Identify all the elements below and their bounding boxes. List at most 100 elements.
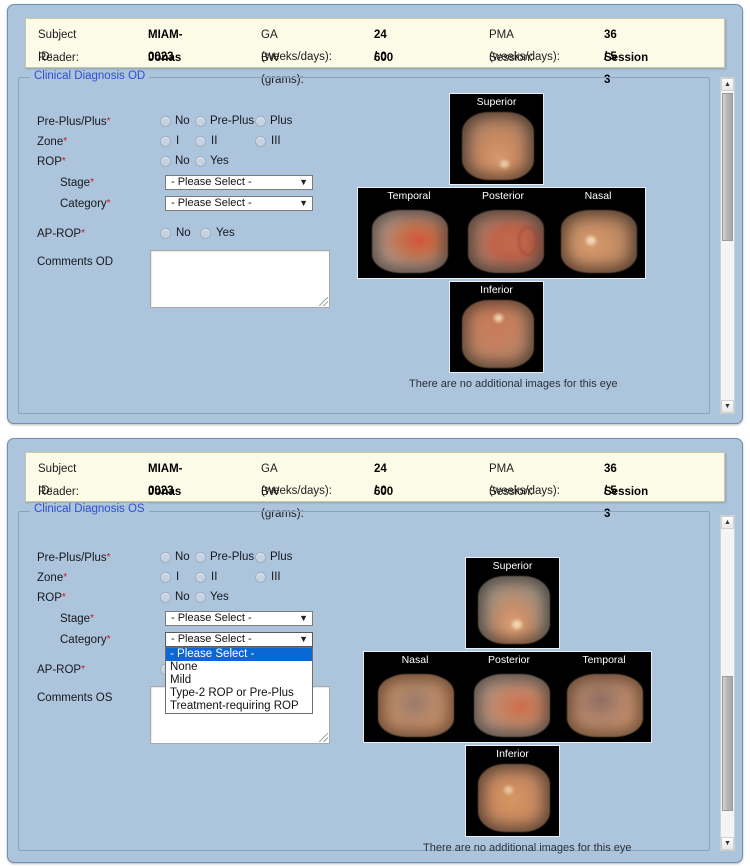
aprop-label-os: AP-ROP*	[37, 664, 85, 676]
eye-panel-os: Subject ID: MIAM-0023 GA (weeks/days): 2…	[7, 438, 743, 863]
optic-disc-od-superior	[500, 160, 509, 168]
tile-caption-inferior-os: Inferior	[496, 748, 529, 760]
radio-rop-no-label-od: No	[175, 155, 190, 167]
fundus-tile-superior-od[interactable]: Superior	[449, 93, 544, 185]
tile-caption-temporal-od: Temporal	[387, 190, 431, 202]
radio-zone-2-os[interactable]	[195, 572, 206, 583]
dropdown-option-treatment-requiring-rop[interactable]: Treatment-requiring ROP	[166, 700, 312, 713]
radio-rop-yes-label-od: Yes	[210, 155, 229, 167]
fundus-image-inferior-os	[478, 764, 550, 832]
reader-label: Reader:	[38, 52, 79, 64]
reader-value-os: Jonas	[148, 486, 182, 498]
tile-caption-posterior-os: Posterior	[487, 654, 530, 666]
fundus-image-superior-os	[478, 576, 550, 644]
rop-label-od: ROP*	[37, 156, 66, 168]
radio-aprop-yes-od[interactable]	[200, 228, 211, 239]
subject-header-od: Subject ID: MIAM-0023 GA (weeks/days): 2…	[25, 18, 725, 86]
dropdown-option-please-select[interactable]: - Please Select -	[166, 648, 312, 661]
stage-select-value-os: - Please Select -	[171, 612, 252, 624]
preplus-label-od: Pre-Plus/Plus*	[37, 116, 111, 128]
category-select-os[interactable]: - Please Select - ▼	[165, 632, 313, 647]
radio-preplus-plus-os[interactable]	[255, 552, 266, 563]
fundus-image-nasal-os	[378, 674, 454, 737]
radio-zone-3-os[interactable]	[255, 572, 266, 583]
session-label: Session:	[489, 52, 534, 64]
category-select-value-od: - Please Select -	[171, 197, 252, 209]
stage-label-od: Stage*	[60, 177, 94, 189]
chevron-down-icon: ▼	[299, 613, 308, 623]
fundus-image-nasal-od	[561, 210, 637, 273]
radio-zone-3-label-od: III	[271, 135, 281, 147]
stage-select-os[interactable]: - Please Select - ▼	[165, 611, 313, 626]
radio-preplus-no-od[interactable]	[160, 116, 171, 127]
comments-label-od: Comments OD	[37, 256, 114, 268]
fundus-tile-superior-os[interactable]: Superior	[465, 557, 560, 649]
bw-value-os: 600	[374, 486, 394, 498]
image-montage-os: Superior Nasal Posterior Temporal Inferi…	[349, 547, 699, 862]
bw-value: 600	[374, 52, 394, 64]
comments-textarea-od[interactable]	[150, 250, 330, 308]
fundus-tile-inferior-os[interactable]: Inferior	[465, 745, 560, 837]
scroll-down-icon[interactable]: ▼	[721, 837, 734, 850]
category-select-od[interactable]: - Please Select - ▼	[165, 196, 313, 211]
scrollbar-os[interactable]: ▲ ▼	[720, 515, 735, 851]
tile-caption-superior-os: Superior	[492, 560, 533, 572]
radio-preplus-preplus-label-os: Pre-Plus	[210, 551, 255, 563]
no-additional-images-text-od: There are no additional images for this …	[409, 378, 618, 390]
radio-preplus-plus-label-od: Plus	[270, 115, 293, 127]
zone-label-os: Zone*	[37, 572, 68, 584]
chevron-down-icon: ▼	[299, 634, 308, 644]
radio-rop-no-label-os: No	[175, 591, 190, 603]
category-label-os: Category*	[60, 634, 111, 646]
scrollbar-od[interactable]: ▲ ▼	[720, 77, 735, 414]
fundus-tile-row-os[interactable]: Nasal Posterior Temporal	[363, 651, 652, 743]
category-dropdown-list-os[interactable]: - Please Select - None Mild Type-2 ROP o…	[165, 647, 313, 714]
application-page: Subject ID: MIAM-0023 GA (weeks/days): 2…	[0, 0, 750, 867]
zone-label-od: Zone*	[37, 136, 68, 148]
comments-label-os: Comments OS	[37, 692, 113, 704]
radio-zone-1-os[interactable]	[160, 572, 171, 583]
fundus-image-temporal-os	[567, 674, 643, 737]
vessel-arcade-od	[518, 226, 538, 256]
radio-preplus-no-os[interactable]	[160, 552, 171, 563]
group-legend-os: Clinical Diagnosis OS	[30, 503, 149, 515]
radio-aprop-no-od[interactable]	[160, 228, 171, 239]
radio-zone-2-label-od: II	[211, 135, 218, 147]
fundus-image-temporal-od	[372, 210, 448, 273]
radio-rop-no-os[interactable]	[160, 592, 171, 603]
radio-rop-yes-od[interactable]	[195, 156, 206, 167]
session-label-os: Session:	[489, 486, 534, 498]
scroll-up-icon[interactable]: ▲	[721, 78, 734, 91]
radio-zone-3-label-os: III	[271, 571, 281, 583]
scrollbar-thumb-od[interactable]	[722, 93, 733, 241]
radio-zone-2-label-os: II	[211, 571, 218, 583]
scroll-up-icon[interactable]: ▲	[721, 516, 734, 529]
fundus-tile-row-od[interactable]: Temporal Posterior Nasal	[357, 187, 646, 279]
radio-zone-1-od[interactable]	[160, 136, 171, 147]
dropdown-option-mild[interactable]: Mild	[166, 674, 312, 687]
radio-rop-yes-os[interactable]	[195, 592, 206, 603]
radio-preplus-no-label-od: No	[175, 115, 190, 127]
radio-rop-no-od[interactable]	[160, 156, 171, 167]
stage-select-value-od: - Please Select -	[171, 176, 252, 188]
radio-zone-3-od[interactable]	[255, 136, 266, 147]
radio-zone-1-label-od: I	[176, 135, 180, 147]
scroll-down-icon[interactable]: ▼	[721, 400, 734, 413]
reader-label-os: Reader:	[38, 486, 79, 498]
radio-preplus-preplus-os[interactable]	[195, 552, 206, 563]
clinical-diagnosis-od-group: Clinical Diagnosis OD Pre-Plus/Plus* No …	[18, 70, 710, 414]
group-legend-od: Clinical Diagnosis OD	[30, 70, 150, 82]
chevron-down-icon: ▼	[299, 198, 308, 208]
resize-grip-icon[interactable]	[319, 297, 328, 306]
category-select-value-os: - Please Select -	[171, 633, 252, 645]
resize-grip-icon[interactable]	[319, 733, 328, 742]
radio-zone-2-od[interactable]	[195, 136, 206, 147]
radio-preplus-plus-od[interactable]	[255, 116, 266, 127]
dropdown-option-type2-rop[interactable]: Type-2 ROP or Pre-Plus	[166, 687, 312, 700]
fundus-tile-inferior-od[interactable]: Inferior	[449, 281, 544, 373]
stage-select-od[interactable]: - Please Select - ▼	[165, 175, 313, 190]
dropdown-option-none[interactable]: None	[166, 661, 312, 674]
radio-preplus-preplus-od[interactable]	[195, 116, 206, 127]
fundus-image-posterior-os	[474, 674, 550, 737]
scrollbar-thumb-os[interactable]	[722, 676, 733, 811]
